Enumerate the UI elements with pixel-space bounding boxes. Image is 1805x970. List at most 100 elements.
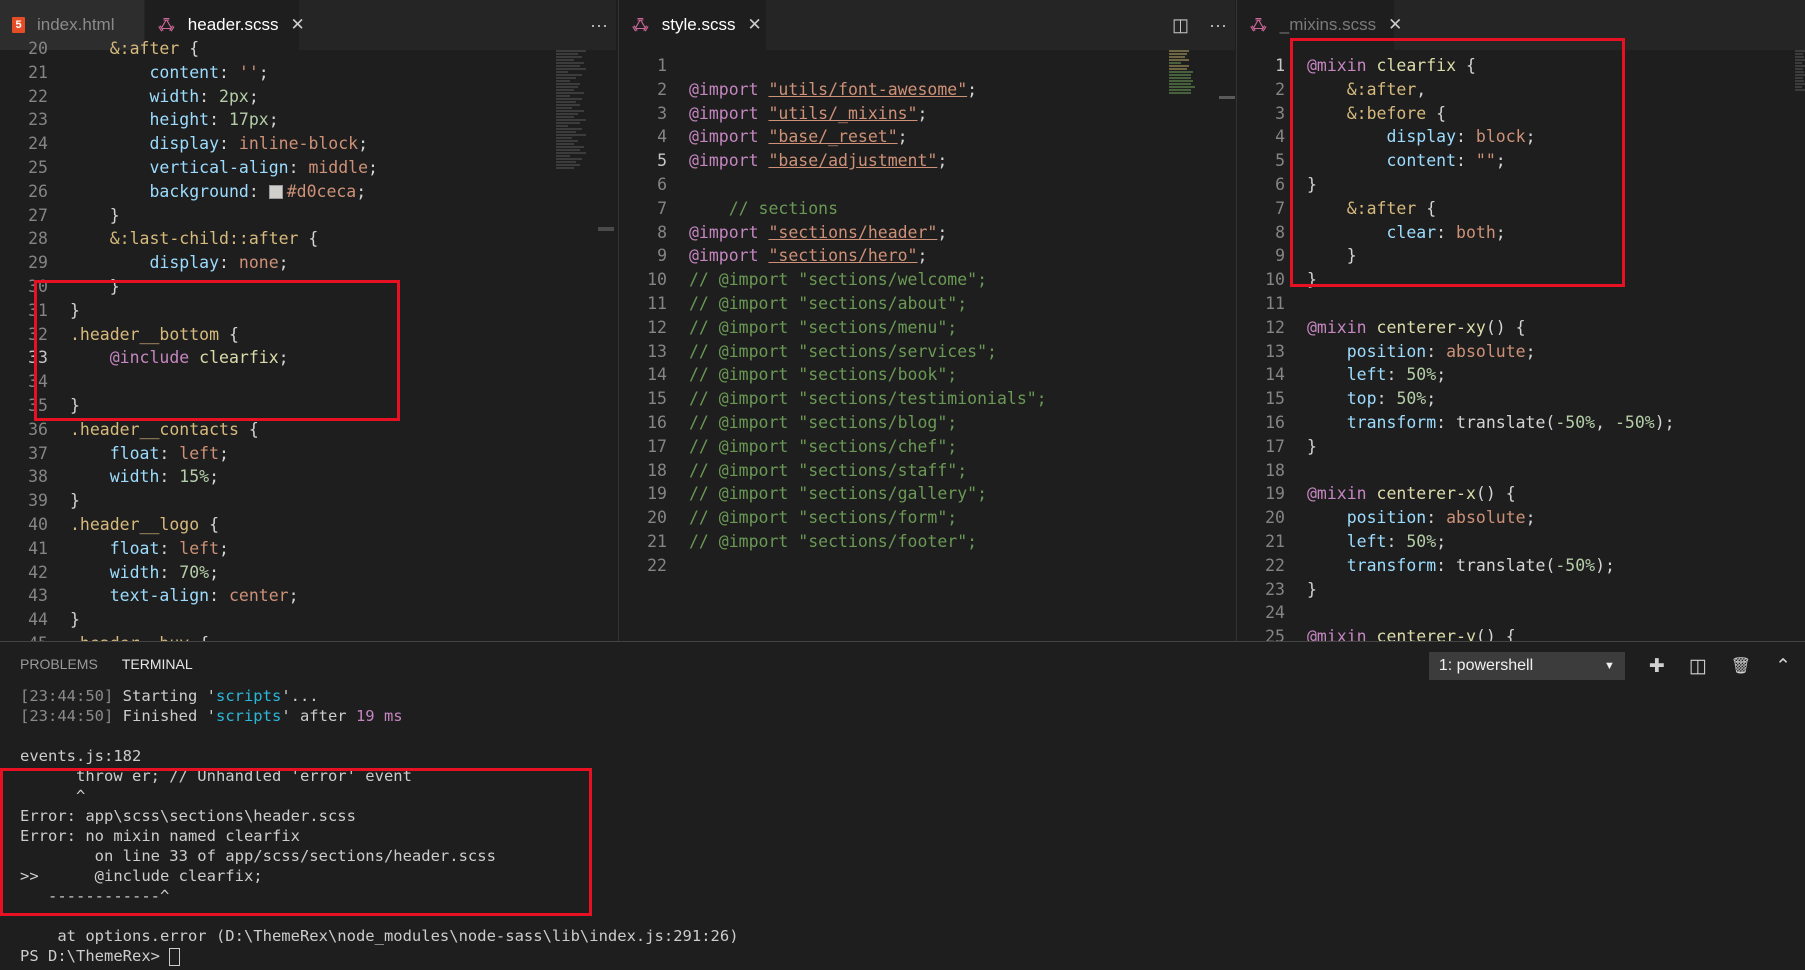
line-text: height: 17px; (149, 110, 279, 130)
code-line[interactable]: 16 transform: translate(-50%, -50%); (1237, 411, 1805, 435)
code-line[interactable]: 15 // @import "sections/testimionials"; (619, 387, 1235, 411)
code-line[interactable]: 2 @import "utils/font-awesome"; (619, 78, 1235, 102)
code-line[interactable]: 20 &:after { (0, 37, 616, 61)
code-line[interactable]: 44} (0, 608, 616, 632)
tab-terminal[interactable]: TERMINAL (122, 656, 193, 672)
code-line[interactable]: 10 // @import "sections/welcome"; (619, 268, 1235, 292)
code-line[interactable]: 8 @import "sections/header"; (619, 221, 1235, 245)
line-text: &:after { (109, 39, 200, 58)
terminal-select[interactable]: 1: powershell ▼ (1428, 652, 1625, 680)
close-icon[interactable]: ✕ (291, 15, 305, 35)
line-number: 2 (657, 79, 667, 99)
code-line[interactable]: 22 width: 2px; (0, 85, 616, 109)
line-text: // @import "sections/menu"; (689, 317, 958, 337)
editor-group-middle: ꗈ style.scss ✕ ◫ ··· 1 2 @import "utils/fo… (618, 0, 1235, 641)
code-line[interactable]: 40 .header__logo { (0, 513, 616, 537)
tab-style-scss[interactable]: ꗈ style.scss ✕ (619, 0, 767, 50)
code-line[interactable]: 19 // @import "sections/gallery"; (619, 482, 1235, 506)
code-line[interactable]: 17} (1237, 435, 1805, 459)
code-line[interactable]: 7 // sections (619, 197, 1235, 221)
code-line[interactable]: 43 text-align: center; (0, 584, 616, 608)
code-line[interactable]: 24 (1237, 601, 1805, 625)
new-terminal-icon[interactable]: ✚ (1649, 655, 1665, 678)
close-icon[interactable]: ✕ (747, 15, 761, 35)
minimap-middle[interactable] (1169, 50, 1205, 220)
code-line[interactable]: 11 // @import "sections/about"; (619, 292, 1235, 316)
code-line[interactable]: 25 @mixin centerer-y() { (1237, 625, 1805, 641)
code-line[interactable]: 36 .header__contacts { (0, 418, 616, 442)
code-line[interactable]: 29 display: none; (0, 251, 616, 275)
code-line[interactable]: 45 .header__buy { (0, 632, 616, 641)
scrollbar-middle[interactable] (1219, 96, 1235, 99)
line-text: // @import "sections/gallery"; (689, 484, 988, 504)
maximize-panel-icon[interactable]: ⌃ (1775, 655, 1791, 678)
line-number: 40 (28, 514, 48, 534)
split-editor-icon[interactable]: ◫ (1172, 15, 1189, 36)
code-line[interactable]: 20 position: absolute; (1237, 506, 1805, 530)
line-number: 4 (657, 127, 667, 147)
terminal-line: [23:44:50] Starting 'scripts'... (20, 687, 319, 705)
code-line[interactable]: 19 @mixin centerer-x() { (1237, 482, 1805, 506)
code-line[interactable]: 42 width: 70%; (0, 561, 616, 585)
code-line[interactable]: 25 vertical-align: middle; (0, 156, 616, 180)
line-number: 42 (28, 562, 48, 582)
line-number: 22 (28, 86, 48, 106)
code-line[interactable]: 21 content: ''; (0, 61, 616, 85)
line-number: 44 (28, 610, 48, 630)
code-line[interactable]: 14 // @import "sections/book"; (619, 363, 1235, 387)
code-line[interactable]: 12 // @import "sections/menu"; (619, 316, 1235, 340)
code-line[interactable]: 37 float: left; (0, 442, 616, 466)
code-line[interactable]: 22 (619, 554, 1235, 578)
code-editor-middle[interactable]: 1 2 @import "utils/font-awesome"; 3 @import … (619, 54, 1235, 578)
code-line[interactable]: 5 @import "base/adjustment"; (619, 149, 1235, 173)
code-line[interactable]: 26 background: #d0ceca; (0, 180, 616, 204)
code-line[interactable]: 23 height: 17px; (0, 108, 616, 132)
code-line[interactable]: 14 left: 50%; (1237, 363, 1805, 387)
code-line[interactable]: 13 position: absolute; (1237, 340, 1805, 364)
code-line[interactable]: 27 } (0, 204, 616, 228)
code-line[interactable]: 18 (1237, 459, 1805, 483)
color-swatch[interactable] (268, 185, 283, 200)
line-text: display: inline-block; (149, 134, 369, 154)
code-line[interactable]: 24 display: inline-block; (0, 132, 616, 156)
code-line[interactable]: 6 (619, 173, 1235, 197)
code-line[interactable]: 18 // @import "sections/staff"; (619, 459, 1235, 483)
tab-label: _mixins.scss (1279, 15, 1377, 34)
code-line[interactable]: 17 // @import "sections/chef"; (619, 435, 1235, 459)
code-line[interactable]: 23} (1237, 578, 1805, 602)
line-text: display: none; (149, 253, 289, 273)
line-number: 21 (647, 531, 667, 551)
code-line[interactable]: 38 width: 15%; (0, 465, 616, 489)
line-text: @import "utils/_mixins"; (689, 103, 928, 123)
line-number: 4 (1275, 127, 1285, 147)
minimap-left[interactable] (556, 50, 592, 220)
highlight-box-include (34, 280, 400, 421)
more-actions-icon[interactable]: ··· (1209, 15, 1227, 36)
code-line[interactable]: 11 (1237, 292, 1805, 316)
code-line[interactable]: 9 @import "sections/hero"; (619, 244, 1235, 268)
code-line[interactable]: 22 transform: translate(-50%); (1237, 554, 1805, 578)
code-line[interactable]: 16 // @import "sections/blog"; (619, 411, 1235, 435)
code-line[interactable]: 4 @import "base/_reset"; (619, 125, 1235, 149)
code-line[interactable]: 21 left: 50%; (1237, 530, 1805, 554)
kill-terminal-icon[interactable]: 🗑 (1731, 656, 1751, 676)
code-line[interactable]: 20 // @import "sections/form"; (619, 506, 1235, 530)
more-actions-icon[interactable]: ··· (590, 15, 608, 36)
code-line[interactable]: 1 (619, 54, 1235, 78)
code-line[interactable]: 39} (0, 489, 616, 513)
line-number: 16 (647, 412, 667, 432)
code-line[interactable]: 12 @mixin centerer-xy() { (1237, 316, 1805, 340)
line-number: 12 (1265, 317, 1285, 337)
tab-problems[interactable]: PROBLEMS (20, 656, 98, 672)
split-terminal-icon[interactable]: ◫ (1689, 655, 1707, 678)
code-line[interactable]: 41 float: left; (0, 537, 616, 561)
close-icon[interactable]: ✕ (1388, 15, 1402, 35)
minimap-right[interactable] (1795, 50, 1805, 220)
code-line[interactable]: 13 // @import "sections/services"; (619, 340, 1235, 364)
code-line[interactable]: 28 &:last-child::after { (0, 227, 616, 251)
code-line[interactable]: 3 @import "utils/_mixins"; (619, 102, 1235, 126)
code-line[interactable]: 15 top: 50%; (1237, 387, 1805, 411)
code-line[interactable]: 21 // @import "sections/footer"; (619, 530, 1235, 554)
line-text: left: 50%; (1346, 531, 1447, 551)
scrollbar-left[interactable] (598, 227, 614, 231)
